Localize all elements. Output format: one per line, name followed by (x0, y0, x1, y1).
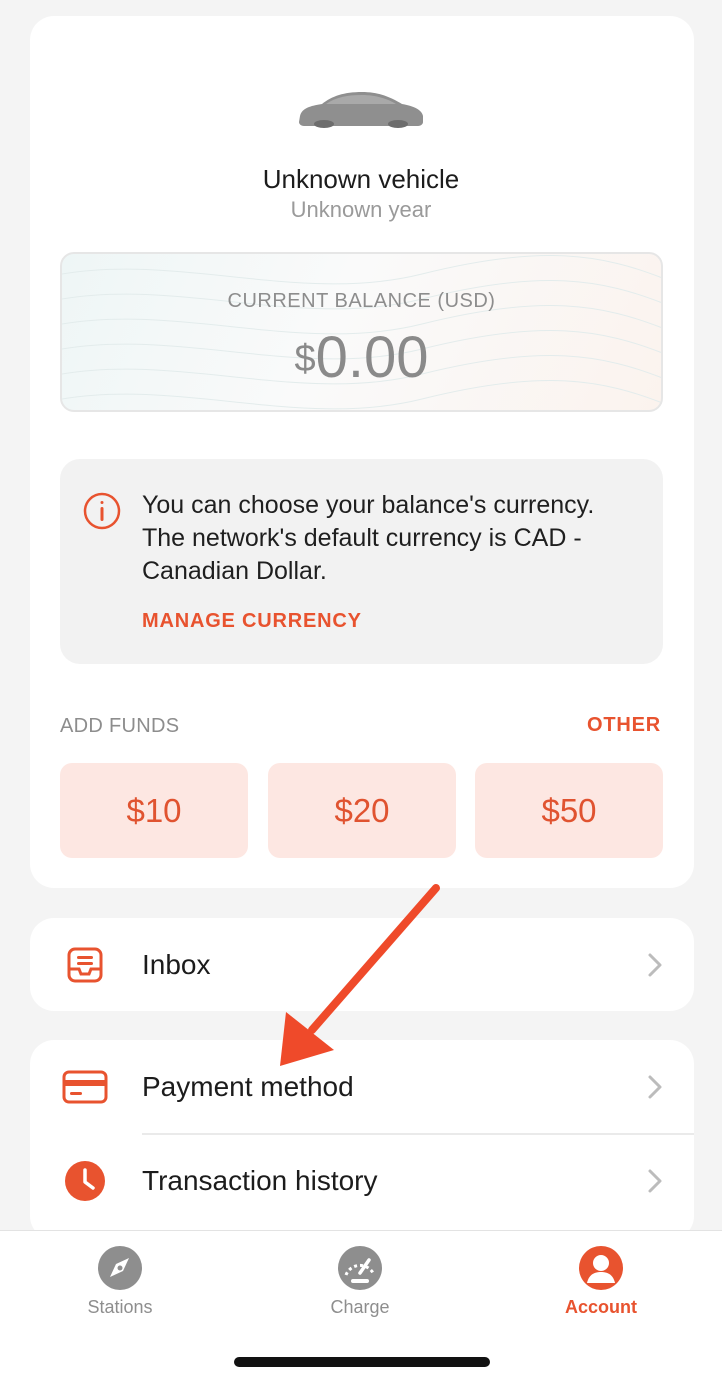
compass-icon (98, 1246, 142, 1290)
payment-method-row[interactable]: Payment method (30, 1040, 694, 1133)
tab-account[interactable]: Account (521, 1245, 681, 1325)
balance-label: CURRENT BALANCE (USD) (227, 290, 496, 312)
transaction-history-label: Transaction history (142, 1165, 378, 1196)
currency-notice-text: You can choose your balance's currency. … (142, 491, 595, 585)
balance-currency-symbol: $ (294, 338, 316, 380)
currency-notice: You can choose your balance's currency. … (60, 459, 663, 664)
payment-card: Payment method Transaction history (30, 1040, 694, 1240)
add-10-button[interactable]: $10 (60, 763, 248, 858)
gauge-icon (338, 1246, 382, 1290)
add-50-button[interactable]: $50 (475, 763, 663, 858)
user-icon (579, 1246, 623, 1290)
credit-card-icon (60, 1062, 110, 1112)
transaction-history-row[interactable]: Transaction history (30, 1135, 694, 1227)
chevron-right-icon (648, 1075, 662, 1098)
home-indicator (234, 1357, 490, 1367)
vehicle-year: Unknown year (290, 197, 432, 222)
other-amount-link[interactable]: OTHER (587, 714, 661, 737)
vehicle-card (30, 16, 694, 888)
vehicle-name: Unknown vehicle (262, 164, 460, 194)
add-20-button[interactable]: $20 (268, 763, 456, 858)
inbox-row[interactable]: Inbox (30, 918, 694, 1011)
tab-stations[interactable]: Stations (40, 1245, 200, 1325)
tab-charge-label: Charge (330, 1297, 390, 1317)
payment-method-label: Payment method (142, 1070, 354, 1102)
balance-amount: $0.00 (62, 324, 661, 391)
chevron-right-icon (648, 1169, 662, 1193)
chevron-right-icon (648, 953, 662, 976)
tab-stations-label: Stations (87, 1297, 153, 1317)
clock-icon (60, 1156, 110, 1206)
inbox-icon (60, 940, 110, 990)
tab-charge[interactable]: Charge (280, 1245, 440, 1325)
balance-box: CURRENT BALANCE (USD) $0.00 (60, 252, 663, 412)
inbox-card: Inbox (30, 918, 694, 1011)
add-funds-label: ADD FUNDS (60, 715, 180, 737)
info-icon (83, 492, 121, 530)
balance-value: 0.00 (315, 325, 429, 390)
car-icon (299, 92, 423, 128)
inbox-label: Inbox (142, 948, 211, 980)
manage-currency-link[interactable]: MANAGE CURRENCY (142, 610, 362, 633)
tab-account-label: Account (565, 1297, 637, 1317)
